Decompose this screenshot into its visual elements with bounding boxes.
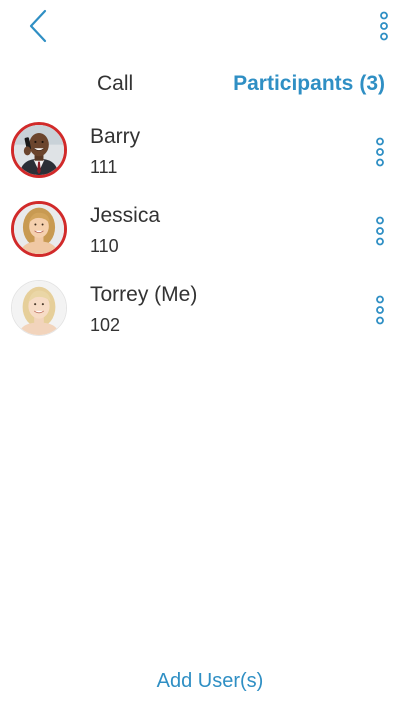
participant-name: Torrey (Me) xyxy=(90,283,198,306)
vertical-dots-icon xyxy=(376,216,384,246)
vertical-dots-icon xyxy=(380,11,388,41)
tab-participants[interactable]: Participants (3) xyxy=(233,64,385,104)
list-item[interactable]: Barry 111 xyxy=(0,112,420,191)
participant-menu-button[interactable] xyxy=(368,215,392,247)
back-button[interactable] xyxy=(18,6,58,46)
participant-list: Barry 111 Jessica 110 Torrey (Me) 102 xyxy=(0,112,420,349)
tab-call-label: Call xyxy=(97,72,134,95)
add-users-button[interactable]: Add User(s) xyxy=(0,670,420,693)
participant-menu-button[interactable] xyxy=(368,294,392,326)
tab-bar: Call Participants (3) xyxy=(0,64,420,104)
participant-extension: 111 xyxy=(90,157,118,177)
tab-participants-label: Participants xyxy=(233,72,354,95)
participant-extension: 110 xyxy=(90,236,119,256)
avatar-jessica xyxy=(11,201,67,257)
tab-call[interactable]: Call xyxy=(97,64,133,104)
avatar-barry-image xyxy=(14,125,64,175)
vertical-dots-icon xyxy=(376,295,384,325)
participant-extension: 102 xyxy=(90,315,121,335)
overflow-menu-button[interactable] xyxy=(370,8,398,44)
avatar-jessica-image xyxy=(14,204,64,254)
participants-count: (3) xyxy=(359,72,385,95)
avatar-torrey-image xyxy=(12,281,66,335)
list-item[interactable]: Jessica 110 xyxy=(0,191,420,270)
participant-name: Jessica xyxy=(90,204,161,227)
top-bar xyxy=(0,0,420,56)
avatar-barry xyxy=(11,122,67,178)
list-item[interactable]: Torrey (Me) 102 xyxy=(0,270,420,349)
participant-menu-button[interactable] xyxy=(368,136,392,168)
participants-screen: Call Participants (3) Barry 111 Jessica … xyxy=(0,0,420,716)
vertical-dots-icon xyxy=(376,137,384,167)
avatar-torrey xyxy=(11,280,67,336)
chevron-left-icon xyxy=(29,9,47,43)
participant-name: Barry xyxy=(90,125,141,148)
